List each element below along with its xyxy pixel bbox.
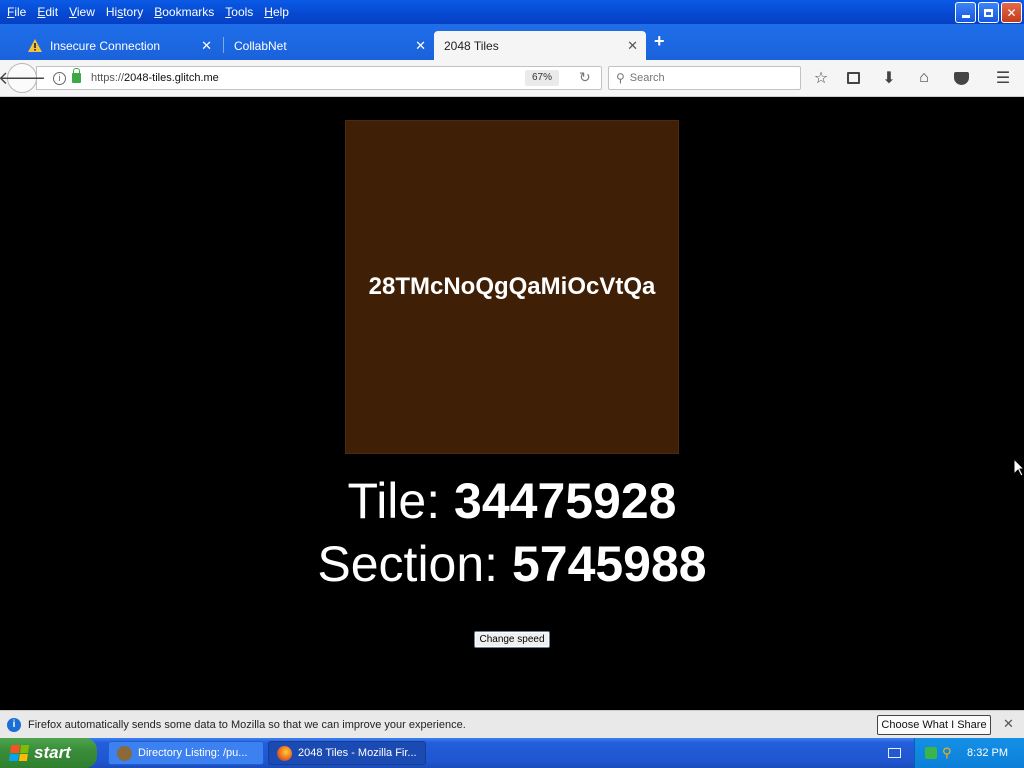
url-host: 2048-tiles.glitch.me — [124, 72, 219, 84]
tab-insecure-connection[interactable]: Insecure Connection ✕ — [14, 31, 220, 60]
tile-counter: Tile: 34475928 — [0, 472, 1024, 530]
keyboard-icon[interactable] — [888, 748, 901, 758]
windows-flag-icon — [8, 745, 30, 761]
search-box[interactable]: ⚲ — [608, 66, 801, 90]
tab-close-icon[interactable]: ✕ — [201, 38, 212, 54]
system-tray: ⚲ 8:32 PM — [914, 738, 1024, 768]
taskbar-item-firefox[interactable]: 2048 Tiles - Mozilla Fir... — [268, 741, 426, 765]
start-label: start — [34, 743, 71, 762]
url-prefix: https:// — [91, 72, 125, 84]
minimize-icon — [961, 15, 970, 18]
taskbar-item-directory-listing[interactable]: Directory Listing: /pu... — [108, 741, 264, 765]
restore-button[interactable] — [978, 2, 999, 23]
section-label: Section: — [317, 536, 512, 592]
url-text: https://2048-tiles.glitch.me — [91, 72, 219, 84]
change-speed-button[interactable]: Change speed — [474, 631, 550, 648]
zoom-level[interactable]: 67% — [525, 70, 560, 86]
tile-value: 34475928 — [454, 473, 677, 529]
home-icon[interactable]: ⌂ — [913, 68, 935, 88]
section-value: 5745988 — [511, 536, 707, 592]
task-label: Directory Listing: /pu... — [138, 747, 248, 759]
close-icon: ✕ — [1006, 5, 1017, 20]
tab-close-icon[interactable]: ✕ — [415, 38, 426, 54]
menu-bar: File Edit View History Bookmarks Tools H… — [0, 0, 1024, 24]
tab-label: 2048 Tiles — [444, 38, 499, 53]
menu-view[interactable]: View — [69, 5, 95, 19]
warning-icon — [28, 39, 42, 52]
close-window-button[interactable]: ✕ — [1001, 2, 1022, 23]
notification-bar: i Firefox automatically sends some data … — [0, 710, 1024, 738]
clock: 8:32 PM — [967, 747, 1008, 759]
hamburger-menu-icon[interactable]: ☰ — [992, 68, 1014, 88]
restore-icon — [984, 8, 993, 17]
mouse-cursor-icon — [1013, 458, 1024, 477]
search-icon: ⚲ — [616, 71, 625, 85]
firefox-window: File Edit View History Bookmarks Tools H… — [0, 0, 1024, 768]
download-icon[interactable]: ⬇ — [878, 68, 900, 88]
back-button[interactable]: 🡐 — [0, 63, 46, 93]
pocket-icon[interactable] — [950, 68, 972, 88]
menu-bookmarks[interactable]: Bookmarks — [154, 5, 214, 19]
menu-file[interactable]: File — [7, 5, 26, 19]
tile-display: 28TMcNoQgQaMiOcVtQa — [345, 120, 679, 454]
task-label: 2048 Tiles - Mozilla Fir... — [298, 747, 417, 759]
navigation-bar: i https://2048-tiles.glitch.me 67% ↻ 🡐 ⚲… — [0, 60, 1024, 97]
minimize-button[interactable] — [955, 2, 976, 23]
tab-close-icon[interactable]: ✕ — [627, 38, 638, 54]
url-bar[interactable]: i https://2048-tiles.glitch.me 67% ↻ — [36, 66, 602, 90]
tab-label: CollabNet — [234, 38, 287, 53]
menu-history[interactable]: History — [106, 5, 143, 19]
info-icon[interactable]: i — [53, 71, 66, 85]
start-button[interactable]: start — [0, 738, 97, 768]
close-icon[interactable]: ✕ — [1003, 716, 1014, 732]
search-input[interactable] — [629, 72, 780, 84]
page-content: 28TMcNoQgQaMiOcVtQa Tile: 34475928 Secti… — [0, 98, 1024, 710]
tab-collabnet[interactable]: CollabNet ✕ — [224, 31, 434, 60]
tile-code: 28TMcNoQgQaMiOcVtQa — [368, 273, 656, 300]
menu-help[interactable]: Help — [264, 5, 289, 19]
new-tab-icon[interactable]: + — [654, 31, 665, 52]
notification-text: Firefox automatically sends some data to… — [28, 718, 466, 731]
lock-icon — [72, 68, 81, 83]
bookmark-star-icon[interactable]: ☆ — [810, 68, 832, 88]
info-icon: i — [7, 717, 21, 732]
tab-2048-tiles[interactable]: 2048 Tiles ✕ — [434, 31, 646, 60]
choose-what-i-share-button[interactable]: Choose What I Share — [877, 715, 991, 735]
app-icon — [117, 745, 132, 761]
menu-edit[interactable]: Edit — [37, 5, 58, 19]
firefox-icon — [277, 745, 292, 761]
menu-tools[interactable]: Tools — [225, 5, 253, 19]
search-icon[interactable]: ⚲ — [942, 745, 952, 761]
tab-label: Insecure Connection — [50, 38, 161, 53]
back-arrow-icon: 🡐 — [0, 67, 47, 88]
reload-icon[interactable]: ↻ — [579, 69, 591, 86]
tab-strip: Insecure Connection ✕ CollabNet ✕ 2048 T… — [0, 24, 1024, 60]
tile-label: Tile: — [347, 473, 455, 529]
network-icon[interactable] — [925, 747, 937, 759]
section-counter: Section: 5745988 — [0, 535, 1024, 593]
reading-list-icon[interactable] — [842, 68, 864, 88]
taskbar: start Directory Listing: /pu... 2048 Til… — [0, 738, 1024, 768]
